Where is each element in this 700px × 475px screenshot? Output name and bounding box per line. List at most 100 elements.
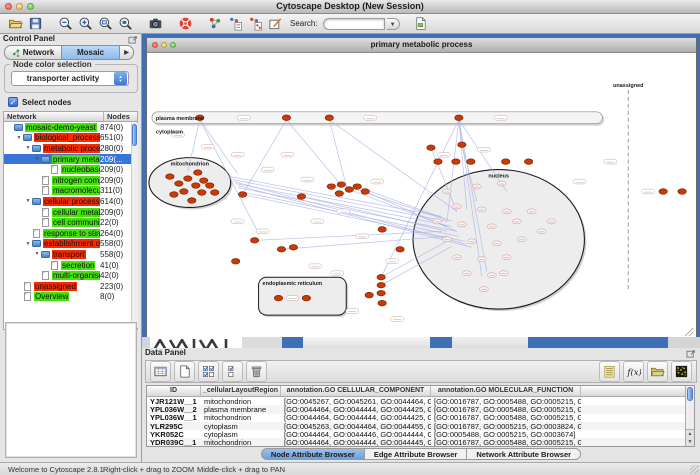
tab-network[interactable]: Network	[4, 45, 62, 60]
graph-node[interactable]	[396, 247, 404, 253]
network-minimize-icon[interactable]	[161, 42, 167, 48]
graph-node[interactable]	[457, 222, 466, 227]
graph-node[interactable]	[327, 184, 335, 190]
zoom-in-icon[interactable]	[76, 15, 94, 33]
column-header[interactable]: _cellularLayoutRegion	[201, 386, 281, 396]
graph-node[interactable]	[180, 189, 188, 195]
tree-expand-icon[interactable]: ▼	[33, 251, 41, 257]
background-window-fragment[interactable]	[668, 337, 700, 348]
new-attribute-icon[interactable]	[174, 361, 195, 382]
open-session-icon[interactable]	[6, 15, 24, 33]
tree-expand-icon[interactable]: ▼	[24, 241, 32, 247]
graph-node[interactable]	[502, 159, 510, 165]
graph-node[interactable]	[337, 182, 345, 188]
graph-node[interactable]	[477, 257, 486, 262]
network-zoom-icon[interactable]	[170, 42, 176, 48]
tree-item[interactable]: cellular metabo209(0)	[4, 207, 137, 218]
graph-node[interactable]	[527, 209, 536, 214]
graph-edge[interactable]	[230, 177, 442, 217]
function-builder-icon[interactable]: f(x)	[623, 361, 644, 382]
graph-node[interactable]	[377, 274, 385, 280]
graph-edge[interactable]	[329, 120, 347, 190]
background-window-fragment[interactable]	[452, 337, 528, 348]
save-session-icon[interactable]	[26, 15, 44, 33]
tree-item[interactable]: ▼establishment of lo558(0)	[4, 239, 137, 250]
window-titlebar[interactable]: Cytoscape Desktop (New Session)	[0, 0, 700, 14]
graph-node[interactable]	[250, 238, 258, 244]
graph-node[interactable]	[472, 184, 481, 189]
graph-node[interactable]	[455, 115, 463, 121]
graph-node[interactable]	[462, 271, 471, 276]
network-close-icon[interactable]	[152, 42, 158, 48]
graph-node[interactable]	[192, 183, 200, 189]
graph-node[interactable]	[345, 187, 353, 193]
graph-node[interactable]	[487, 273, 496, 278]
tree-item[interactable]: ▼primary metabo209(...	[4, 154, 137, 165]
tree-item[interactable]: Overview8(0)	[4, 292, 137, 303]
graph-node[interactable]	[335, 191, 343, 197]
graph-node[interactable]	[512, 219, 521, 224]
tree-expand-icon[interactable]: ▼	[33, 156, 41, 162]
graph-node[interactable]	[377, 290, 385, 296]
network-window-titlebar[interactable]: primary metabolic process	[147, 38, 696, 53]
background-window-fragment[interactable]	[150, 337, 242, 348]
graph-node[interactable]	[188, 198, 196, 204]
graph-node[interactable]	[479, 287, 488, 292]
column-header[interactable]: annotation.GO MOLECULAR_FUNCTION	[431, 386, 581, 396]
graph-node[interactable]	[432, 219, 441, 224]
layout-style-1-icon[interactable]	[226, 15, 244, 33]
layout-style-2-icon[interactable]	[246, 15, 264, 33]
select-nodes-checkbox[interactable]: ✓	[8, 97, 18, 107]
table-scrollbar-arrows-icon[interactable]: ▲▼	[686, 429, 694, 446]
graph-node[interactable]	[477, 207, 486, 212]
table-row[interactable]: YDR039C__1mitochondrion[GO:0044464, GO:0…	[147, 438, 694, 446]
graph-node[interactable]	[206, 183, 214, 189]
graph-node[interactable]	[467, 159, 475, 165]
graph-node[interactable]	[282, 115, 290, 121]
graph-node[interactable]	[427, 145, 435, 151]
graph-node[interactable]	[442, 237, 451, 242]
unselect-attributes-icon[interactable]	[222, 361, 243, 382]
graph-node[interactable]	[365, 292, 373, 298]
network-overview-panel[interactable]	[5, 322, 137, 458]
graph-node[interactable]	[547, 219, 556, 224]
table-scrollbar[interactable]: ▲▼	[685, 386, 694, 446]
snapshot-icon[interactable]	[146, 15, 164, 33]
zoom-out-icon[interactable]	[56, 15, 74, 33]
graph-node[interactable]	[289, 245, 297, 251]
graph-edge[interactable]	[236, 184, 452, 227]
graph-node[interactable]	[467, 239, 476, 244]
graph-node[interactable]	[659, 189, 667, 195]
search-input[interactable]	[323, 18, 385, 30]
graph-node[interactable]	[452, 159, 460, 165]
background-window-fragment[interactable]	[242, 337, 282, 348]
graph-node[interactable]	[502, 209, 511, 214]
tab-edge-attribute-browser[interactable]: Edge Attribute Browser	[365, 448, 467, 460]
graph-node[interactable]	[231, 258, 239, 264]
graph-node[interactable]	[175, 181, 183, 187]
graph-node[interactable]	[378, 300, 386, 306]
graph-node[interactable]	[297, 194, 305, 200]
graph-node[interactable]	[238, 192, 246, 198]
attribute-matrix-icon[interactable]	[671, 361, 692, 382]
tree-item[interactable]: macromolecule311(0)	[4, 186, 137, 197]
graph-node[interactable]	[170, 192, 178, 198]
search-dropdown-icon[interactable]: ▼	[387, 18, 400, 30]
network-canvas[interactable]: plasma membrane cytoplasm mitochondrion …	[147, 53, 696, 337]
node-color-select[interactable]: transporter activity ▲▼	[11, 71, 129, 86]
zoom-fit-icon[interactable]	[96, 15, 114, 33]
graph-node[interactable]	[434, 159, 442, 165]
column-header[interactable]: ID	[147, 386, 201, 396]
tree-item[interactable]: response to stimulu264(0)	[4, 228, 137, 239]
tree-item[interactable]: multi-organism pro42(0)	[4, 270, 137, 281]
tree-item[interactable]: ▼transport558(0)	[4, 249, 137, 260]
annotation-icon[interactable]	[266, 15, 284, 33]
close-window-icon[interactable]	[5, 3, 12, 10]
region-plasma-membrane[interactable]	[152, 112, 602, 124]
tree-item[interactable]: cell communicat22(0)	[4, 217, 137, 228]
zoom-region-icon[interactable]	[116, 15, 134, 33]
graph-node[interactable]	[200, 178, 208, 184]
column-header[interactable]: annotation.GO CELLULAR_COMPONENT	[281, 386, 431, 396]
attribute-table-icon[interactable]	[150, 361, 171, 382]
graph-node[interactable]	[487, 224, 496, 229]
